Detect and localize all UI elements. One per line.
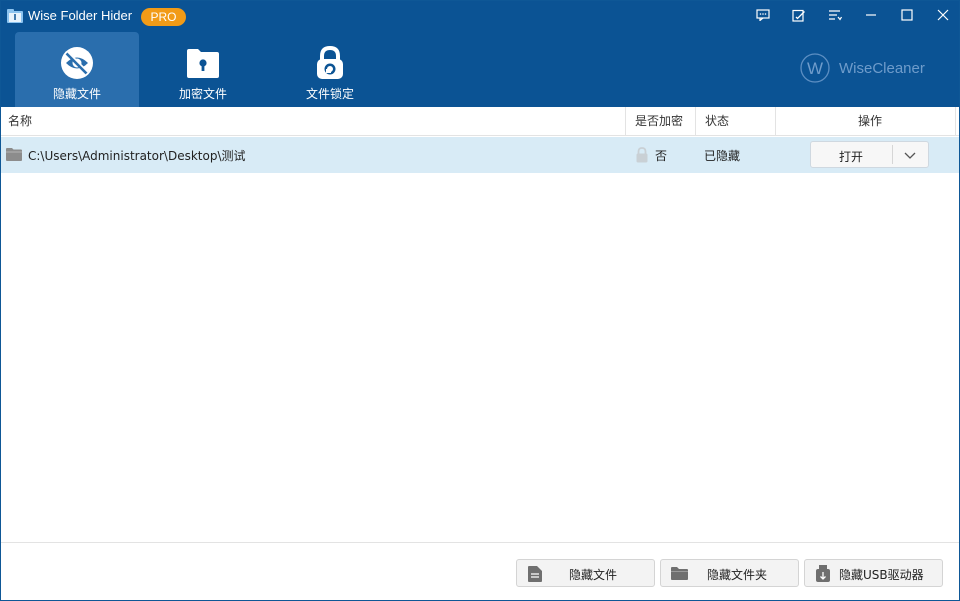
open-button[interactable]: 打开 [811,148,891,165]
app-window: Wise Folder Hider PRO 隐藏文件 加密文件 文件锁定 W W… [0,0,960,601]
minimize-icon[interactable] [859,5,883,25]
folder-icon [6,147,22,164]
app-title: Wise Folder Hider [28,8,133,23]
usb-drive-icon [815,565,831,586]
title-bar: Wise Folder Hider PRO [1,1,959,31]
hide-usb-drive-button[interactable]: 隐藏USB驱动器 [804,559,943,587]
hide-folder-button[interactable]: 隐藏文件夹 [660,559,799,587]
file-icon [527,565,543,586]
edit-icon[interactable] [787,5,811,25]
lock-icon [634,147,650,166]
column-divider[interactable] [775,107,776,135]
hide-usb-drive-label: 隐藏USB驱动器 [839,568,924,582]
hide-file-label: 隐藏文件 [569,568,618,582]
app-logo-icon [7,9,23,23]
close-icon[interactable] [931,5,955,25]
chevron-down-icon[interactable] [904,149,916,163]
tab-file-lock[interactable]: 文件锁定 [268,32,392,107]
wisecleaner-logo: W [797,53,835,83]
folder-icon [671,565,688,584]
tab-label: 文件锁定 [305,87,354,101]
status-value: 已隐藏 [704,149,741,163]
feedback-icon[interactable] [751,5,775,25]
open-split-button: 打开 [810,141,929,168]
tab-encrypt-files[interactable]: 加密文件 [141,32,265,107]
column-header-status[interactable]: 状态 [705,107,729,135]
hide-file-button[interactable]: 隐藏文件 [516,559,655,587]
column-header-encrypted[interactable]: 是否加密 [635,107,683,135]
column-header-action[interactable]: 操作 [858,107,882,135]
column-header-name[interactable]: 名称 [8,107,32,135]
svg-text:W: W [807,59,823,78]
column-divider[interactable] [695,107,696,135]
encrypted-value: 否 [655,149,668,163]
file-path: C:\Users\Administrator\Desktop\测试 [28,149,246,163]
tab-label: 加密文件 [178,87,227,101]
tab-hide-files[interactable]: 隐藏文件 [15,32,139,107]
tab-label: 隐藏文件 [52,87,101,101]
split-divider [892,145,893,164]
eye-hidden-icon [60,46,94,80]
folder-lock-icon [186,46,220,80]
column-divider[interactable] [625,107,626,135]
brand-name: WiseCleaner [839,60,925,77]
padlock-icon [313,45,347,80]
table-row[interactable]: C:\Users\Administrator\Desktop\测试 否 已隐藏 … [1,137,959,173]
maximize-icon[interactable] [895,5,919,25]
table-header: 名称 是否加密 状态 操作 [1,107,959,136]
pro-badge[interactable]: PRO [141,8,186,26]
hide-folder-label: 隐藏文件夹 [707,568,768,582]
column-divider [955,107,956,135]
menu-icon[interactable] [823,5,847,25]
footer-divider [1,542,959,543]
header: Wise Folder Hider PRO 隐藏文件 加密文件 文件锁定 W W… [1,1,959,107]
